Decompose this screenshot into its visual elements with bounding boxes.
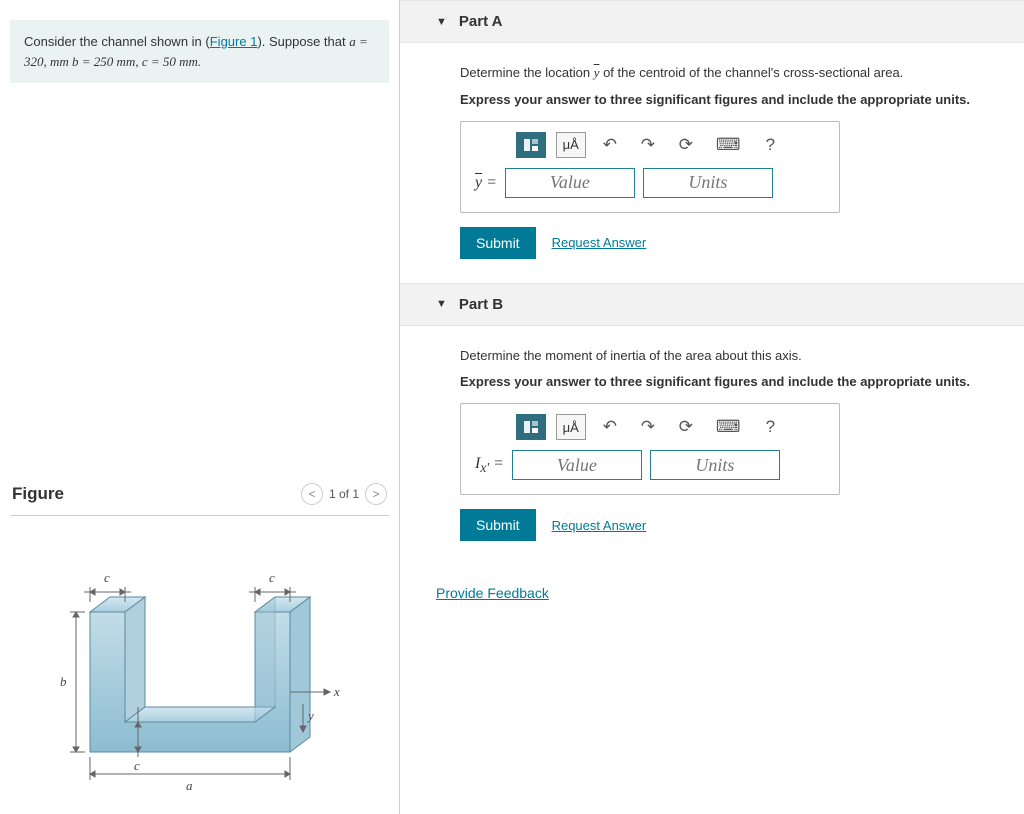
- problem-text-pre: Consider the channel shown in (: [24, 34, 210, 49]
- part-b-title: Part B: [459, 296, 503, 313]
- right-panel: ▼ Part A Determine the location y of the…: [400, 0, 1024, 814]
- part-b-units-input[interactable]: [650, 450, 780, 480]
- problem-statement: Consider the channel shown in (Figure 1)…: [10, 20, 389, 83]
- undo-icon[interactable]: ↶: [596, 414, 624, 440]
- part-a-input-row: y =: [475, 168, 825, 198]
- part-b-answer-box: μÅ ↶ ↷ ⟳ ⌨ ? Ix' =: [460, 403, 840, 495]
- part-b-instruction: Express your answer to three significant…: [460, 372, 984, 393]
- fig-label-c1: c: [104, 570, 110, 585]
- part-b-body: Determine the moment of inertia of the a…: [400, 326, 1024, 566]
- fig-label-a: a: [186, 778, 193, 793]
- template-icon[interactable]: [516, 414, 546, 440]
- part-a-request-answer-link[interactable]: Request Answer: [552, 235, 647, 250]
- part-a-value-input[interactable]: [505, 168, 635, 198]
- figure-link[interactable]: Figure 1: [210, 34, 258, 49]
- pager-prev-button[interactable]: <: [301, 483, 323, 505]
- part-a-title: Part A: [459, 13, 503, 30]
- left-panel: Consider the channel shown in (Figure 1)…: [0, 0, 400, 814]
- redo-icon[interactable]: ↷: [634, 132, 662, 158]
- undo-icon[interactable]: ↶: [596, 132, 624, 158]
- pager-text: 1 of 1: [329, 487, 359, 501]
- part-a-units-input[interactable]: [643, 168, 773, 198]
- figure-svg: c c b c a x y: [10, 524, 389, 804]
- part-b-header[interactable]: ▼ Part B: [400, 283, 1024, 326]
- part-b-submit-button[interactable]: Submit: [460, 509, 536, 541]
- figure-pager: < 1 of 1 >: [301, 483, 387, 505]
- part-b-actions: Submit Request Answer: [460, 509, 984, 541]
- problem-text-post: ). Suppose that: [257, 34, 349, 49]
- caret-down-icon: ▼: [436, 298, 447, 310]
- part-b-prompt: Determine the moment of inertia of the a…: [460, 346, 984, 367]
- keyboard-icon[interactable]: ⌨: [710, 132, 747, 158]
- reset-icon[interactable]: ⟳: [672, 132, 700, 158]
- fig-label-x: x: [333, 684, 340, 699]
- caret-down-icon: ▼: [436, 16, 447, 28]
- keyboard-icon[interactable]: ⌨: [710, 414, 747, 440]
- help-button[interactable]: ?: [756, 414, 784, 440]
- figure-divider: [10, 515, 389, 516]
- pager-next-button[interactable]: >: [365, 483, 387, 505]
- template-icon[interactable]: [516, 132, 546, 158]
- fig-label-y: y: [306, 708, 314, 723]
- part-a-header[interactable]: ▼ Part A: [400, 0, 1024, 43]
- part-a-var-label: y =: [475, 174, 497, 192]
- part-b-input-row: Ix' =: [475, 450, 825, 480]
- redo-icon[interactable]: ↷: [634, 414, 662, 440]
- part-b-request-answer-link[interactable]: Request Answer: [552, 518, 647, 533]
- part-b-toolbar: μÅ ↶ ↷ ⟳ ⌨ ?: [475, 414, 825, 440]
- figure-header: Figure < 1 of 1 >: [10, 477, 389, 511]
- part-a-answer-box: μÅ ↶ ↷ ⟳ ⌨ ? y =: [460, 121, 840, 213]
- units-button[interactable]: μÅ: [556, 414, 586, 440]
- part-a-body: Determine the location y of the centroid…: [400, 43, 1024, 283]
- fig-label-c2: c: [269, 570, 275, 585]
- fig-label-b: b: [60, 674, 67, 689]
- part-b-value-input[interactable]: [512, 450, 642, 480]
- fig-label-c3: c: [134, 758, 140, 773]
- provide-feedback-link[interactable]: Provide Feedback: [436, 585, 549, 601]
- part-b-var-label: Ix' =: [475, 455, 504, 476]
- part-a-submit-button[interactable]: Submit: [460, 227, 536, 259]
- part-a-instruction: Express your answer to three significant…: [460, 90, 984, 111]
- part-a-toolbar: μÅ ↶ ↷ ⟳ ⌨ ?: [475, 132, 825, 158]
- reset-icon[interactable]: ⟳: [672, 414, 700, 440]
- part-a-actions: Submit Request Answer: [460, 227, 984, 259]
- part-a-prompt: Determine the location y of the centroid…: [460, 63, 984, 84]
- figure-container: c c b c a x y: [10, 524, 389, 804]
- units-button[interactable]: μÅ: [556, 132, 586, 158]
- figure-title: Figure: [12, 484, 64, 504]
- help-button[interactable]: ?: [756, 132, 784, 158]
